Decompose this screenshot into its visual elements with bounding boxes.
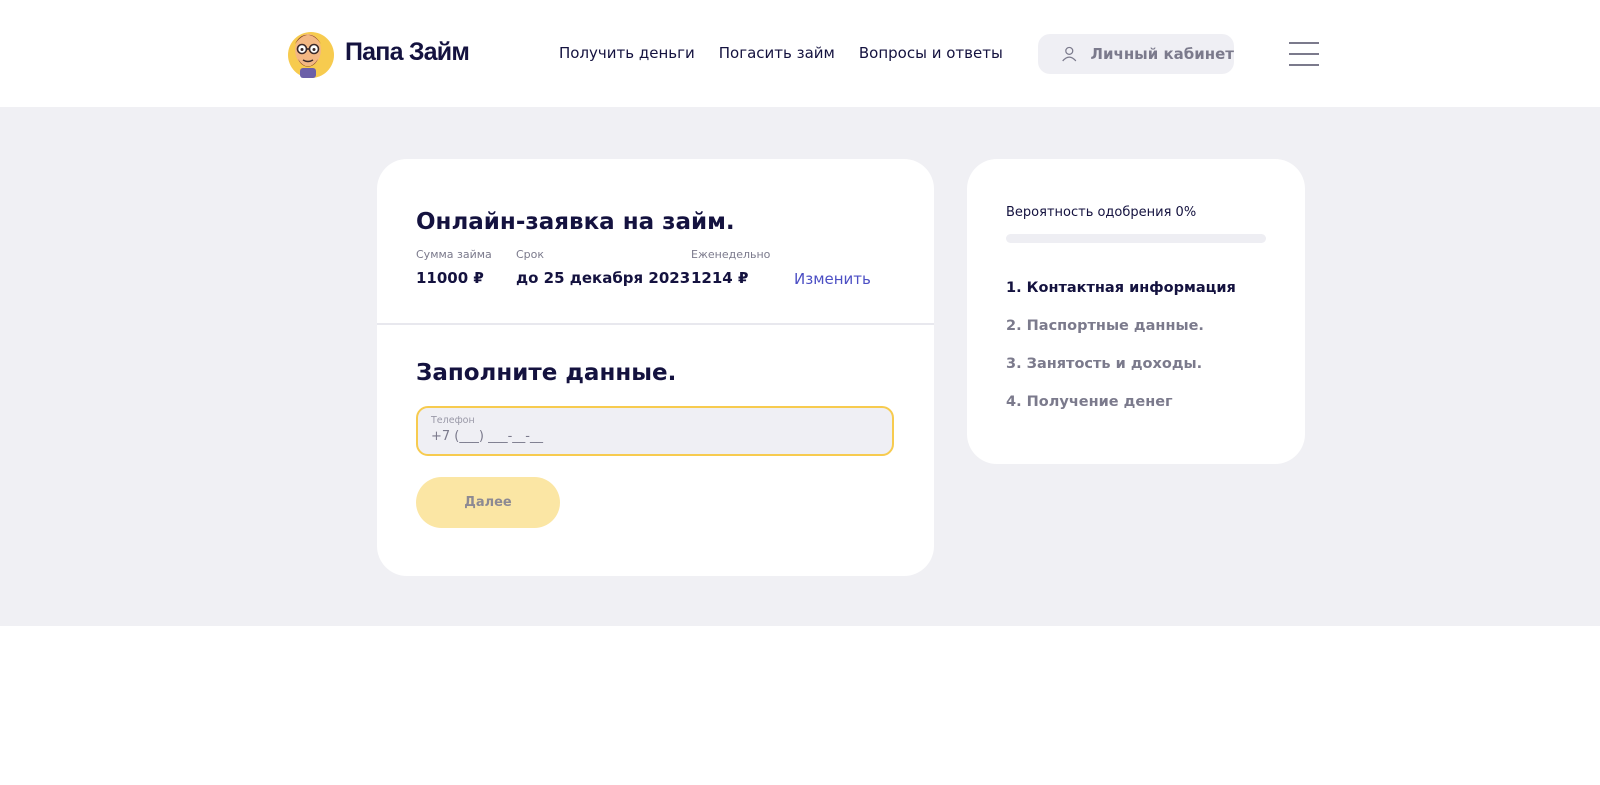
- loan-term: Срок до 25 декабря 2023: [516, 248, 690, 287]
- nav-get-money[interactable]: Получить деньги: [559, 44, 695, 62]
- step-passport-data[interactable]: 2. Паспортные данные.: [1006, 318, 1236, 356]
- nav-faq[interactable]: Вопросы и ответы: [859, 44, 1003, 62]
- loan-term-value: до 25 декабря 2023: [516, 269, 691, 287]
- brand-logo[interactable]: Папа Займ: [281, 24, 470, 80]
- phone-input[interactable]: [431, 429, 871, 444]
- loan-term-label: Срок: [516, 248, 545, 261]
- progress-card: Вероятность одобрения 0% 1. Контактная и…: [967, 159, 1305, 464]
- weekly-payment-value: 1214 ₽: [691, 269, 749, 287]
- loan-amount-label: Сумма займа: [416, 248, 492, 261]
- nav-repay-loan[interactable]: Погасить займ: [719, 44, 835, 62]
- weekly-payment: Еженедельно 1214 ₽: [691, 248, 770, 287]
- phone-field-label: Телефон: [431, 415, 475, 426]
- step-get-money[interactable]: 4. Получение денег: [1006, 394, 1236, 432]
- brand-name: Папа Займ: [345, 37, 470, 66]
- loan-amount: Сумма займа 11000 ₽: [416, 248, 492, 287]
- approval-progress-bar: [1006, 234, 1266, 243]
- user-icon: [1062, 46, 1077, 62]
- application-form-card: Онлайн-заявка на займ. Сумма займа 11000…: [377, 159, 934, 576]
- main-nav: Получить деньги Погасить займ Вопросы и …: [559, 44, 1027, 62]
- hamburger-menu-icon[interactable]: [1289, 42, 1319, 66]
- personal-account-button[interactable]: Личный кабинет: [1038, 34, 1234, 74]
- phone-field[interactable]: Телефон: [416, 406, 894, 456]
- weekly-payment-label: Еженедельно: [691, 248, 771, 261]
- approval-probability-label: Вероятность одобрения 0%: [1006, 205, 1197, 220]
- next-button[interactable]: Далее: [416, 477, 560, 528]
- steps-list: 1. Контактная информация 2. Паспортные д…: [1006, 280, 1236, 432]
- divider: [377, 323, 934, 325]
- site-header: Папа Займ Получить деньги Погасить займ …: [0, 0, 1600, 107]
- step-employment-income[interactable]: 3. Занятость и доходы.: [1006, 356, 1236, 394]
- personal-account-label: Личный кабинет: [1090, 45, 1234, 63]
- papa-mascot-logo-icon: [288, 32, 334, 78]
- form-title: Онлайн-заявка на займ.: [416, 209, 735, 235]
- section-title: Заполните данные.: [416, 360, 677, 386]
- loan-amount-value: 11000 ₽: [416, 269, 484, 287]
- change-link[interactable]: Изменить: [794, 270, 871, 288]
- step-contact-info[interactable]: 1. Контактная информация: [1006, 280, 1236, 318]
